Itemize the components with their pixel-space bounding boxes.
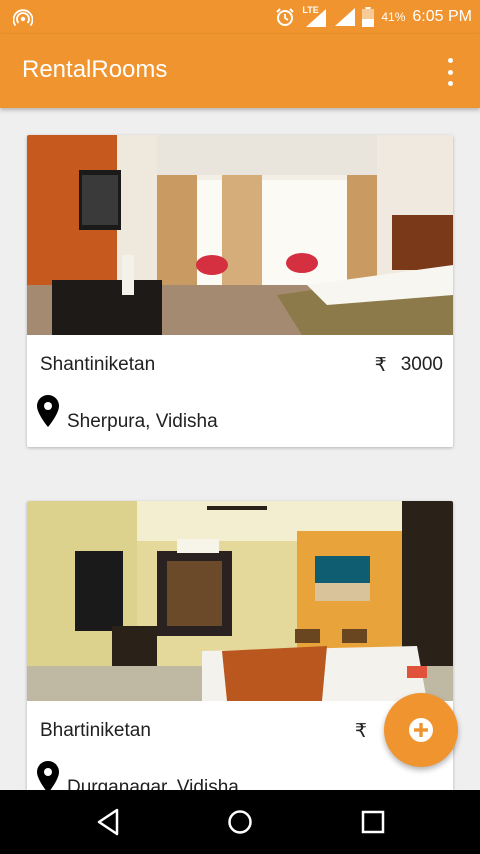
room-price: ₹	[355, 720, 381, 743]
currency-symbol: ₹	[374, 355, 387, 376]
system-nav-bar	[0, 790, 480, 854]
home-icon[interactable]	[225, 807, 255, 837]
app-title: RentalRooms	[22, 56, 168, 83]
add-circle-icon	[409, 718, 433, 742]
clock-time: 6:05 PM	[412, 8, 472, 25]
app-toolbar: RentalRooms	[0, 34, 480, 108]
currency-symbol: ₹	[354, 721, 367, 742]
signal-icon	[335, 8, 356, 26]
hotspot-icon	[13, 9, 33, 27]
add-room-button[interactable]	[384, 693, 458, 767]
room-name: Bhartiniketan	[40, 720, 151, 741]
room-card[interactable]: Bhartiniketan ₹ Durganagar, Vidisha	[27, 501, 453, 813]
lte-signal-icon: LTE	[302, 5, 328, 27]
alarm-icon	[276, 8, 295, 26]
recents-icon[interactable]	[358, 807, 388, 837]
location-pin-icon	[37, 395, 59, 427]
location-pin-icon	[37, 761, 59, 793]
back-icon[interactable]	[93, 807, 123, 837]
room-price: ₹ 3000	[375, 354, 443, 377]
battery-icon	[362, 7, 375, 27]
more-vert-icon[interactable]	[438, 58, 462, 86]
room-location: Sherpura, Vidisha	[67, 411, 218, 432]
status-bar: LTE 41% 6:05 PM	[0, 0, 480, 34]
room-card[interactable]: Shantiniketan ₹ 3000 Sherpura, Vidisha	[27, 135, 453, 447]
price-value: 3000	[400, 354, 443, 375]
room-photo	[27, 135, 453, 335]
room-photo	[27, 501, 453, 701]
battery-percent: 41%	[381, 10, 406, 24]
room-name: Shantiniketan	[40, 354, 156, 375]
